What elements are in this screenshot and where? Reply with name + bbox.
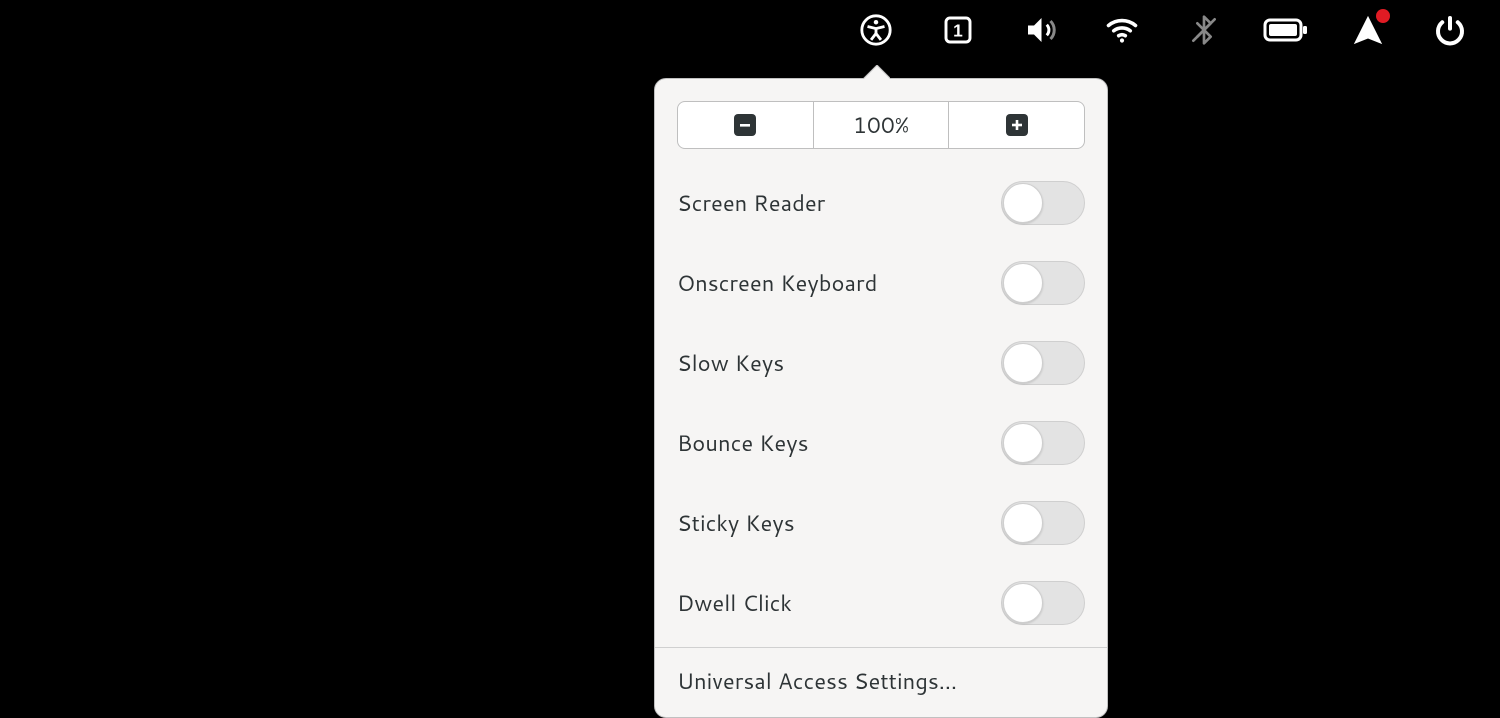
option-label: Screen Reader (677, 188, 825, 219)
popover-beak (862, 65, 890, 79)
keyboard-layout-indicator: 1 (953, 21, 963, 41)
toggle-onscreen-keyboard[interactable] (1001, 261, 1085, 305)
option-row-sticky-keys: Sticky Keys (655, 483, 1107, 563)
accessibility-options-list: Screen Reader Onscreen Keyboard Slow Key… (655, 159, 1107, 643)
accessibility-popover: 100% Screen Reader Onscreen Keyboard Slo… (654, 78, 1108, 718)
volume-icon[interactable] (1020, 10, 1060, 50)
plus-icon (1006, 114, 1028, 136)
accessibility-icon[interactable] (856, 10, 896, 50)
option-row-dwell-click: Dwell Click (655, 563, 1107, 643)
toggle-bounce-keys[interactable] (1001, 421, 1085, 465)
zoom-control-row: 100% (655, 79, 1107, 159)
zoom-in-button[interactable] (948, 102, 1084, 148)
toggle-dwell-click[interactable] (1001, 581, 1085, 625)
zoom-out-button[interactable] (678, 102, 813, 148)
zoom-level-label: 100% (853, 110, 909, 141)
battery-icon[interactable] (1266, 10, 1306, 50)
universal-access-settings-link[interactable]: Universal Access Settings… (677, 666, 957, 697)
power-icon[interactable] (1430, 10, 1470, 50)
toggle-sticky-keys[interactable] (1001, 501, 1085, 545)
notification-badge-dot (1376, 9, 1390, 23)
popover-footer: Universal Access Settings… (655, 648, 1107, 717)
option-label: Slow Keys (677, 348, 784, 379)
option-label: Dwell Click (677, 588, 792, 619)
zoom-segmented-control: 100% (677, 101, 1085, 149)
notification-alert-icon[interactable] (1348, 10, 1388, 50)
minus-icon (734, 114, 756, 136)
bluetooth-icon[interactable] (1184, 10, 1224, 50)
keyboard-layout-icon[interactable]: 1 (938, 10, 978, 50)
option-row-screen-reader: Screen Reader (655, 163, 1107, 243)
option-label: Bounce Keys (677, 428, 809, 459)
option-row-bounce-keys: Bounce Keys (655, 403, 1107, 483)
toggle-slow-keys[interactable] (1001, 341, 1085, 385)
option-label: Sticky Keys (677, 508, 795, 539)
wifi-icon[interactable] (1102, 10, 1142, 50)
zoom-level-display: 100% (813, 102, 949, 148)
option-row-slow-keys: Slow Keys (655, 323, 1107, 403)
option-label: Onscreen Keyboard (677, 268, 877, 299)
menubar: 1 (0, 0, 1500, 60)
option-row-onscreen-keyboard: Onscreen Keyboard (655, 243, 1107, 323)
toggle-screen-reader[interactable] (1001, 181, 1085, 225)
